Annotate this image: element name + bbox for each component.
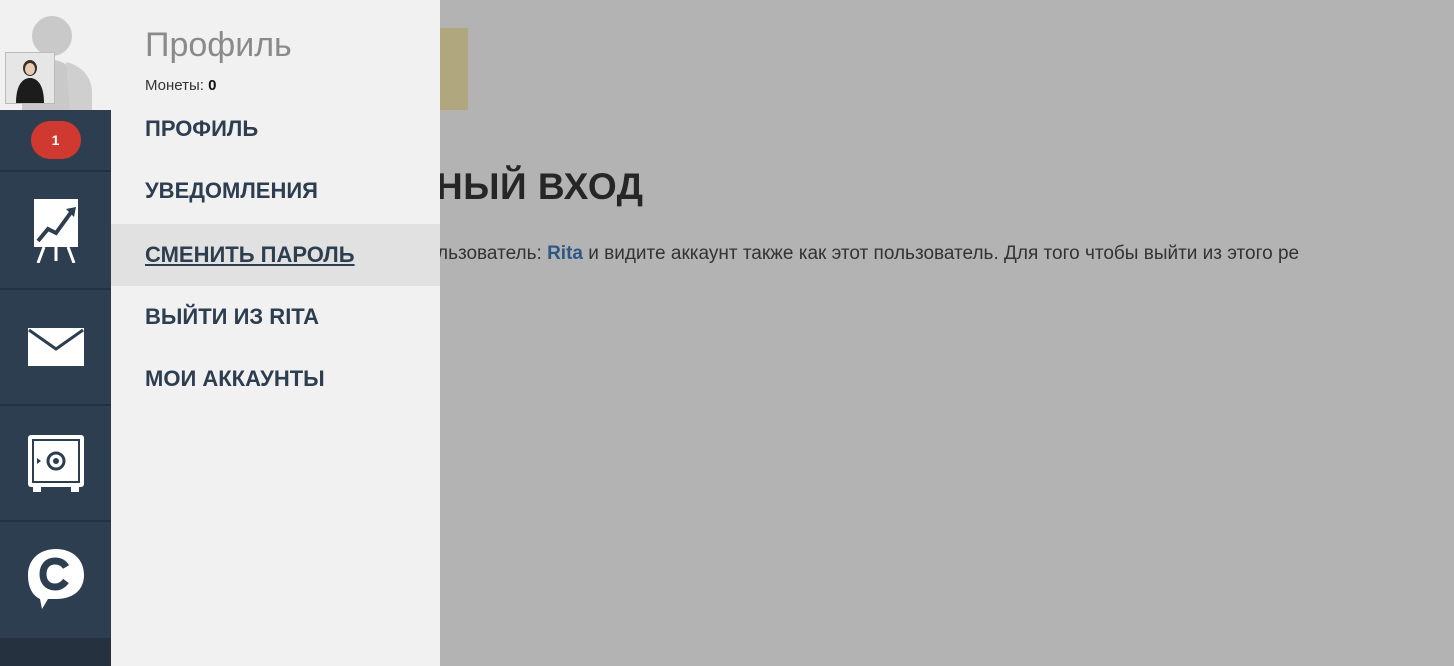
- stats-button[interactable]: [0, 172, 111, 290]
- notice-username-link[interactable]: Rita: [547, 243, 583, 264]
- notifications-button[interactable]: 1: [0, 110, 111, 172]
- page-heading: НЫЙ ВХОД: [436, 166, 644, 207]
- rail-footer: [0, 638, 111, 666]
- chat-button[interactable]: [0, 522, 111, 636]
- safe-icon: [27, 435, 84, 492]
- presentation-chart-icon: [33, 199, 78, 263]
- mail-icon: [27, 328, 84, 366]
- menu-item-notifications[interactable]: УВЕДОМЛЕНИЯ: [111, 160, 440, 222]
- coins-label: Монеты:: [145, 77, 204, 94]
- panel-title: Профиль: [145, 26, 292, 64]
- messages-button[interactable]: [0, 290, 111, 406]
- safe-button[interactable]: [0, 406, 111, 522]
- notice-text-before: льзователь:: [437, 243, 548, 264]
- menu-item-label: УВЕДОМЛЕНИЯ: [145, 178, 318, 203]
- menu-item-label: МОИ АККАУНТЫ: [145, 366, 325, 391]
- profile-menu-panel: Профиль Монеты: 0 ПРОФИЛЬ УВЕДОМЛЕНИЯ СМ…: [111, 0, 440, 666]
- menu-item-logout[interactable]: ВЫЙТИ ИЗ RITA: [111, 286, 440, 348]
- user-photo: [5, 52, 55, 104]
- chat-c-icon: [27, 549, 84, 609]
- impersonation-notice: льзователь: Rita и видите аккаунт также …: [437, 243, 1299, 265]
- menu-item-label: ВЫЙТИ ИЗ RITA: [145, 304, 320, 329]
- notice-text-after: и видите аккаунт также как этот пользова…: [582, 243, 1300, 264]
- menu-item-label: СМЕНИТЬ ПАРОЛЬ: [145, 242, 355, 267]
- menu-item-change-password[interactable]: СМЕНИТЬ ПАРОЛЬ: [111, 224, 440, 286]
- icon-sidebar: 1: [0, 0, 111, 666]
- coins-balance: Монеты: 0: [145, 77, 216, 94]
- coins-value: 0: [208, 77, 217, 94]
- menu-item-label: ПРОФИЛЬ: [145, 116, 259, 141]
- avatar[interactable]: [0, 0, 111, 110]
- notification-badge: 1: [30, 121, 81, 159]
- menu-item-my-accounts[interactable]: МОИ АККАУНТЫ: [111, 348, 440, 410]
- menu-item-profile[interactable]: ПРОФИЛЬ: [111, 98, 440, 160]
